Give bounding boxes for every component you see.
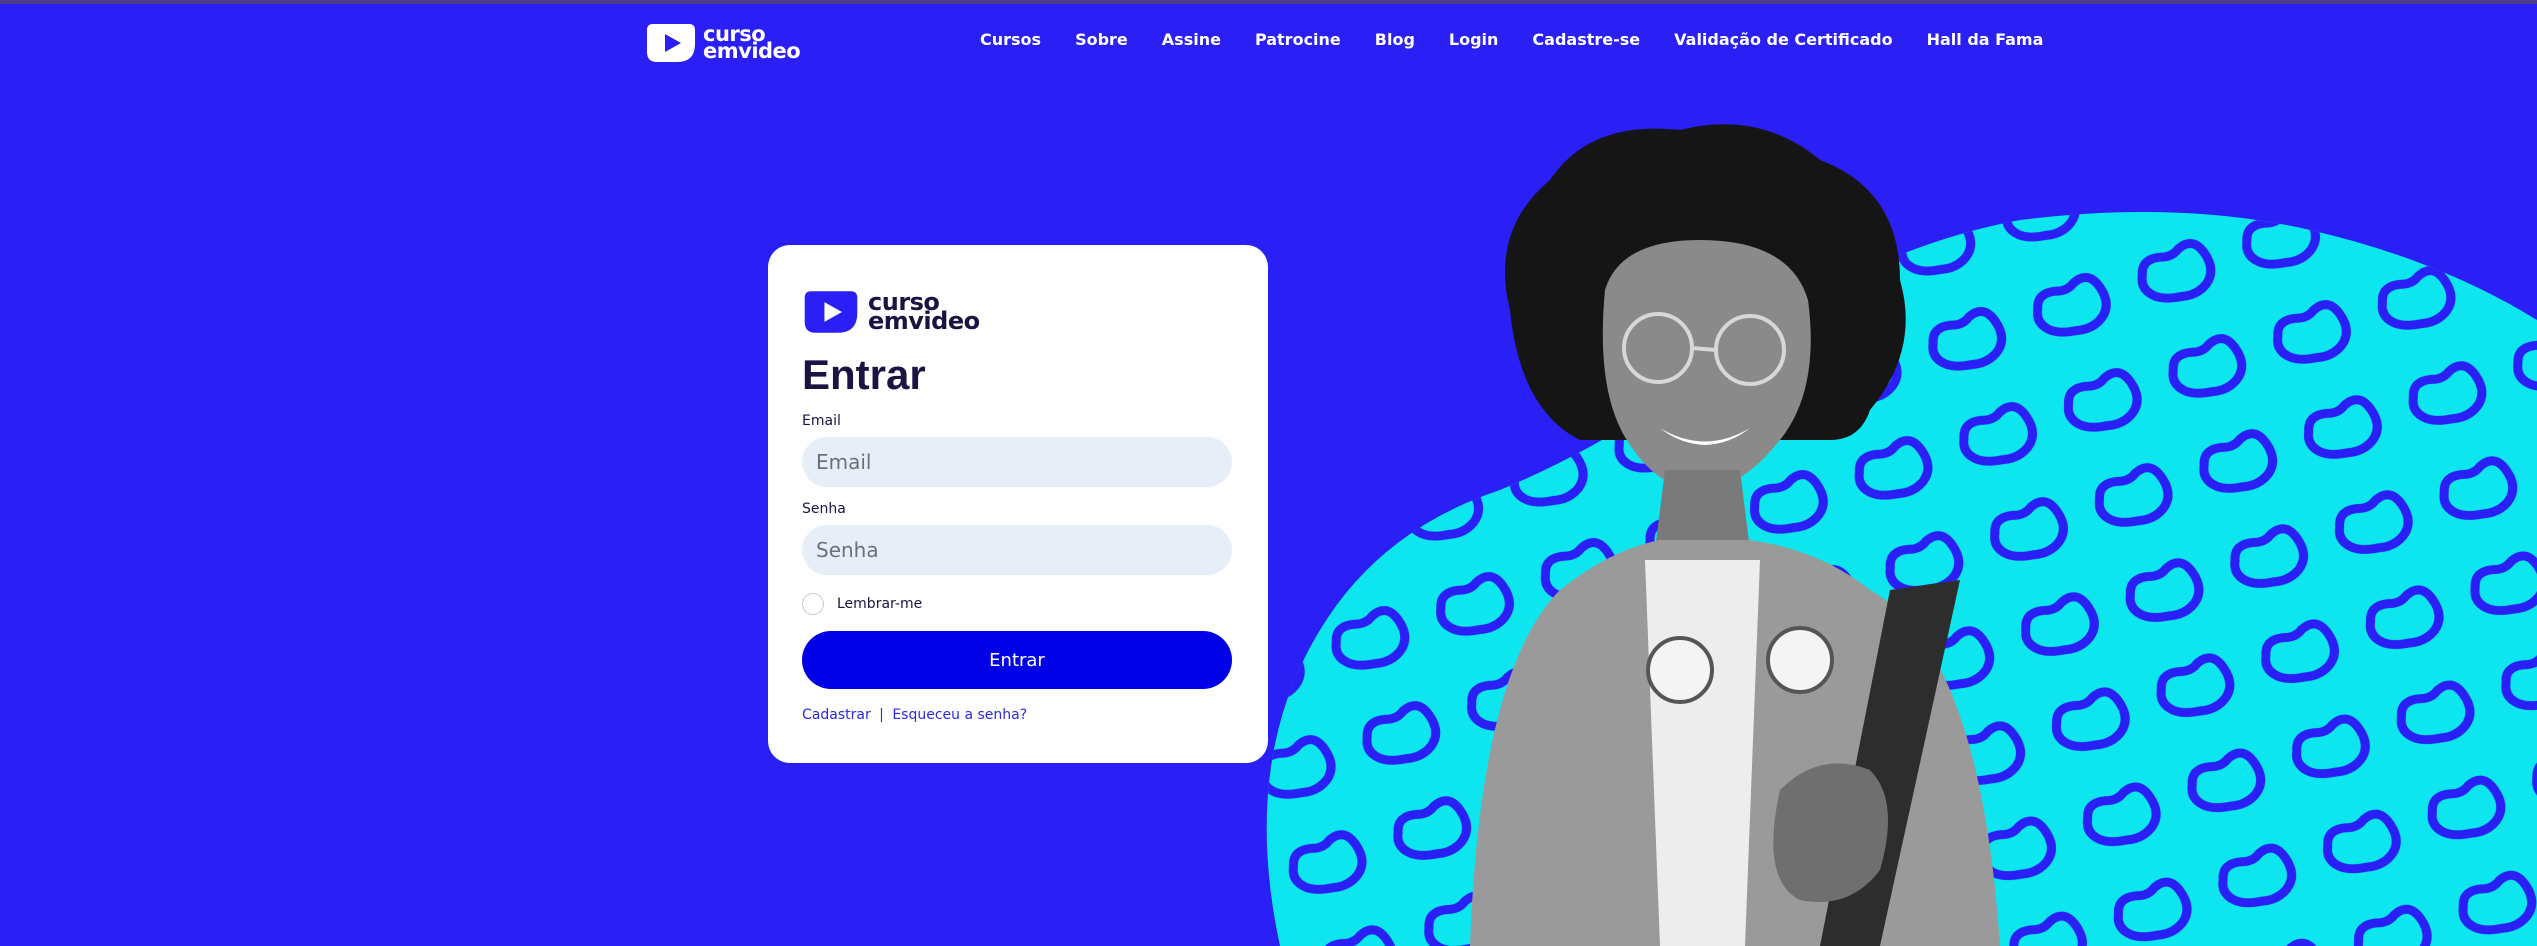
card-logo-line-2: emvideo bbox=[868, 307, 980, 335]
card-logo: curso emvideo bbox=[802, 289, 980, 335]
nav-link-sobre[interactable]: Sobre bbox=[1075, 30, 1128, 49]
nav-link-validacao-certificado[interactable]: Validação de Certificado bbox=[1674, 30, 1892, 49]
nav-link-blog[interactable]: Blog bbox=[1375, 30, 1415, 49]
register-link[interactable]: Cadastrar bbox=[802, 707, 871, 723]
remember-me-label: Lembrar-me bbox=[837, 596, 923, 612]
card-logo-wordmark: curso emvideo bbox=[868, 290, 980, 335]
nav-link-patrocine[interactable]: Patrocine bbox=[1255, 30, 1341, 49]
login-submit-button[interactable]: Entrar bbox=[802, 631, 1232, 689]
play-button-logo-icon bbox=[647, 24, 695, 62]
nav-link-assine[interactable]: Assine bbox=[1162, 30, 1221, 49]
nav-link-cursos[interactable]: Cursos bbox=[980, 30, 1041, 49]
email-field[interactable] bbox=[802, 437, 1232, 487]
header-logo[interactable]: curso emvideo bbox=[645, 22, 801, 64]
main-nav: Cursos Sobre Assine Patrocine Blog Login… bbox=[980, 30, 2077, 49]
nav-link-hall-da-fama[interactable]: Hall da Fama bbox=[1927, 30, 2044, 49]
card-links: Cadastrar | Esqueceu a senha? bbox=[802, 707, 1027, 723]
email-label: Email bbox=[802, 413, 841, 429]
hero-illustration bbox=[1266, 124, 2537, 946]
remember-me-checkbox[interactable] bbox=[802, 593, 824, 615]
nav-link-login[interactable]: Login bbox=[1449, 30, 1499, 49]
top-border bbox=[0, 0, 2537, 4]
remember-me[interactable]: Lembrar-me bbox=[802, 593, 922, 615]
nav-link-cadastre-se[interactable]: Cadastre-se bbox=[1532, 30, 1640, 49]
forgot-password-link[interactable]: Esqueceu a senha? bbox=[892, 707, 1027, 723]
logo-wordmark: curso emvideo bbox=[703, 24, 801, 63]
password-field[interactable] bbox=[802, 525, 1232, 575]
play-button-logo-icon bbox=[804, 291, 858, 333]
logo-line-2: emvideo bbox=[703, 39, 801, 63]
login-title: Entrar bbox=[802, 351, 926, 398]
links-separator: | bbox=[879, 707, 884, 723]
login-card: curso emvideo Entrar Email Senha Lembrar… bbox=[768, 245, 1268, 763]
password-label: Senha bbox=[802, 501, 846, 517]
